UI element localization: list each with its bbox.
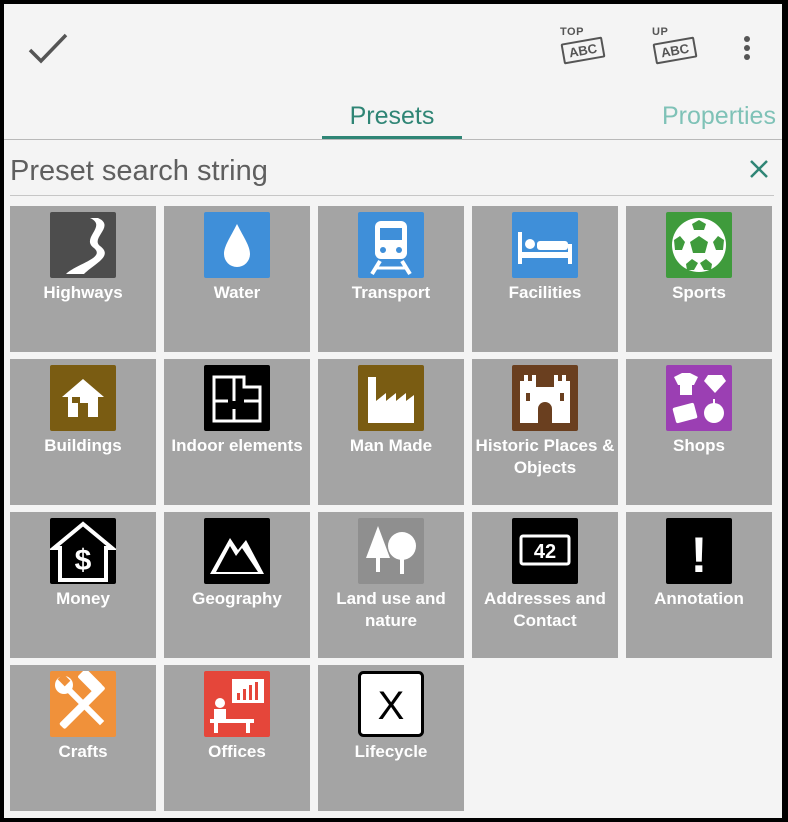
preset-label: Lifecycle <box>354 742 428 761</box>
preset-tile-historic-places-objects[interactable]: Historic Places & Objects <box>472 359 618 505</box>
office-icon <box>204 671 270 737</box>
preset-tile-water[interactable]: Water <box>164 206 310 352</box>
more-vert-icon[interactable] <box>732 30 762 66</box>
preset-label: Water <box>213 283 261 302</box>
train-icon <box>358 212 424 278</box>
house-number-icon: 42 <box>512 518 578 584</box>
svg-text:$: $ <box>75 544 92 577</box>
preset-tile-buildings[interactable]: Buildings <box>10 359 156 505</box>
preset-tile-transport[interactable]: Transport <box>318 206 464 352</box>
close-icon[interactable] <box>748 158 770 180</box>
preset-label: Indoor elements <box>171 436 303 455</box>
preset-tile-land-use-and-nature[interactable]: Land use and nature <box>318 512 464 658</box>
factory-icon <box>358 365 424 431</box>
action-bar: TOP ABC UP ABC <box>4 4 782 100</box>
top-abc-label: TOP <box>560 26 584 38</box>
preset-label: Land use and nature <box>336 589 446 630</box>
highway-icon <box>50 212 116 278</box>
castle-icon <box>512 365 578 431</box>
preset-label: Money <box>56 589 110 608</box>
preset-label: Transport <box>351 283 431 302</box>
preset-tile-sports[interactable]: Sports <box>626 206 772 352</box>
bed-icon <box>512 212 578 278</box>
trees-icon <box>358 518 424 584</box>
up-abc-button[interactable]: UP ABC <box>648 26 704 70</box>
preset-label: Highways <box>43 283 123 302</box>
up-abc-label: UP <box>652 26 669 38</box>
preset-label: Facilities <box>508 283 582 302</box>
preset-label: Annotation <box>654 589 744 608</box>
preset-label: Crafts <box>58 742 108 761</box>
preset-label: Historic Places & Objects <box>475 436 615 477</box>
checkmark-icon[interactable] <box>26 28 70 68</box>
preset-tile-indoor-elements[interactable]: Indoor elements <box>164 359 310 505</box>
lifecycle-x-icon: X <box>358 671 424 737</box>
mountain-icon <box>204 518 270 584</box>
shopping-icon <box>666 365 732 431</box>
top-abc-button[interactable]: TOP ABC <box>556 26 612 70</box>
search-input[interactable] <box>10 151 730 191</box>
abc-icon: ABC <box>560 36 606 65</box>
money-house-icon: $ <box>50 518 116 584</box>
preset-label: Offices <box>208 742 266 761</box>
preset-label: Buildings <box>44 436 122 455</box>
preset-tile-highways[interactable]: Highways <box>10 206 156 352</box>
preset-label: Geography <box>192 589 282 608</box>
preset-tile-money[interactable]: $ Money <box>10 512 156 658</box>
preset-label: Addresses and Contact <box>484 589 606 630</box>
floorplan-icon <box>204 365 270 431</box>
search-underline <box>10 195 774 196</box>
preset-editor-window: TOP ABC UP ABC Presets Properties Highwa… <box>4 4 782 818</box>
preset-tile-crafts[interactable]: Crafts <box>10 665 156 811</box>
soccer-ball-icon <box>666 212 732 278</box>
preset-tile-annotation[interactable]: ! Annotation <box>626 512 772 658</box>
svg-text:42: 42 <box>534 541 556 563</box>
tab-divider <box>4 139 782 140</box>
water-drop-icon <box>204 212 270 278</box>
preset-tile-addresses-and-contact[interactable]: 42 Addresses and Contact <box>472 512 618 658</box>
preset-tile-geography[interactable]: Geography <box>164 512 310 658</box>
preset-tile-offices[interactable]: Offices <box>164 665 310 811</box>
tab-properties[interactable]: Properties <box>662 102 776 131</box>
preset-label: Shops <box>673 436 725 455</box>
abc-icon: ABC <box>652 36 698 65</box>
preset-grid: Highways Water Transport Facilities Spor… <box>10 206 778 816</box>
preset-tile-shops[interactable]: Shops <box>626 359 772 505</box>
preset-label: Man Made <box>349 436 433 455</box>
exclamation-icon: ! <box>666 518 732 584</box>
tab-presets[interactable]: Presets <box>322 102 462 131</box>
preset-tile-facilities[interactable]: Facilities <box>472 206 618 352</box>
preset-label: Sports <box>672 283 726 302</box>
house-icon <box>50 365 116 431</box>
tools-icon <box>50 671 116 737</box>
svg-text:X: X <box>378 684 405 728</box>
preset-tile-lifecycle[interactable]: X Lifecycle <box>318 665 464 811</box>
preset-tile-man-made[interactable]: Man Made <box>318 359 464 505</box>
svg-text:!: ! <box>691 527 708 583</box>
